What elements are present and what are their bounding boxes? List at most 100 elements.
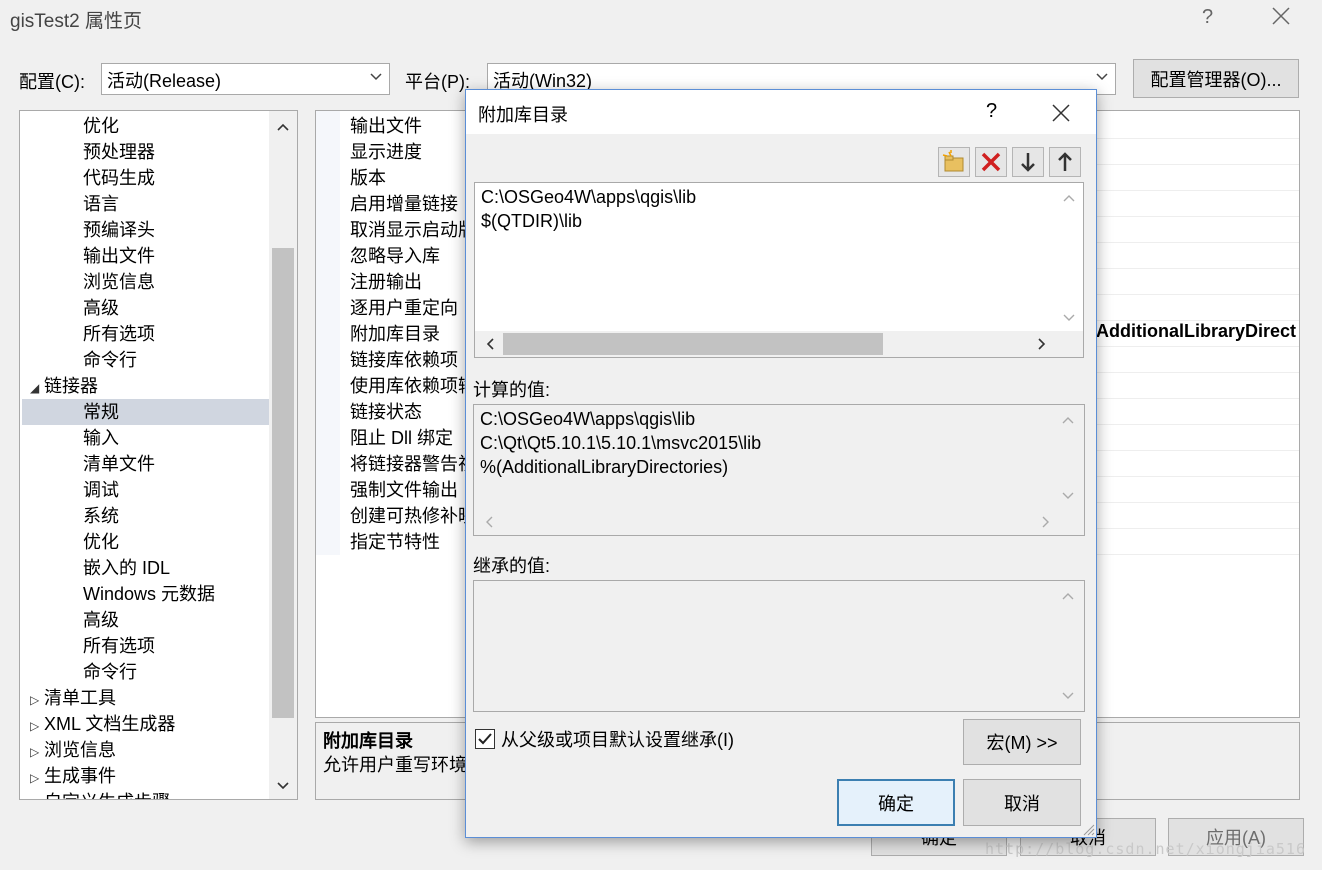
tree-item[interactable]: 清单文件 bbox=[22, 451, 270, 477]
property-row[interactable]: 阻止 Dll 绑定 bbox=[350, 425, 453, 451]
tree-item[interactable]: 浏览信息 bbox=[22, 269, 270, 295]
chevron-up-icon bbox=[1062, 417, 1074, 424]
chevron-down-icon[interactable] bbox=[276, 779, 290, 793]
expand-arrow-icon[interactable]: ▷ bbox=[30, 765, 44, 791]
config-combo[interactable]: 活动(Release) bbox=[101, 63, 390, 95]
tree-item[interactable]: 高级 bbox=[22, 607, 270, 633]
property-row[interactable]: 注册输出 bbox=[350, 269, 422, 295]
property-row[interactable]: 使用库依赖项输 bbox=[350, 373, 476, 399]
tree-scroll-thumb[interactable] bbox=[272, 248, 294, 718]
tree-item[interactable]: 预编译头 bbox=[22, 217, 270, 243]
tree-item[interactable]: 命令行 bbox=[22, 347, 270, 373]
property-row[interactable]: 输出文件 bbox=[350, 113, 422, 139]
tree-item[interactable]: ▷ 生成事件 bbox=[22, 763, 270, 789]
grid-line bbox=[1096, 346, 1299, 347]
arrow-down-icon bbox=[1021, 153, 1035, 172]
move-down-button[interactable] bbox=[1012, 147, 1044, 177]
close-icon[interactable] bbox=[1050, 102, 1072, 124]
property-row[interactable]: 取消显示启动版 bbox=[350, 217, 476, 243]
directory-entry[interactable]: $(QTDIR)\lib bbox=[481, 209, 582, 233]
tree-item-label: 高级 bbox=[83, 610, 119, 630]
tree-item[interactable]: 输入 bbox=[22, 425, 270, 451]
grid-line bbox=[1096, 528, 1299, 529]
tree-item[interactable]: 命令行 bbox=[22, 659, 270, 685]
chevron-up-icon[interactable] bbox=[276, 120, 290, 134]
property-row[interactable]: 强制文件输出 bbox=[350, 477, 458, 503]
chevron-up-icon[interactable] bbox=[1062, 191, 1076, 205]
tree-item-label: XML 文档生成器 bbox=[44, 714, 176, 734]
directory-list[interactable]: C:\OSGeo4W\apps\qgis\lib $(QTDIR)\lib bbox=[474, 182, 1084, 358]
macro-button[interactable]: 宏(M) >> bbox=[963, 719, 1081, 765]
property-row[interactable]: 链接状态 bbox=[350, 399, 422, 425]
property-row[interactable]: 链接库依赖项 bbox=[350, 347, 458, 373]
property-row[interactable]: 创建可热修补映 bbox=[350, 503, 476, 529]
help-button[interactable]: ? bbox=[1202, 6, 1213, 29]
tree-item-label: Windows 元数据 bbox=[83, 584, 216, 604]
tree-item[interactable]: 优化 bbox=[22, 113, 270, 139]
tree-item[interactable]: ◢ 链接器 bbox=[22, 373, 270, 399]
inherit-checkbox[interactable]: 从父级或项目默认设置继承(I) bbox=[475, 726, 734, 752]
tree-item[interactable]: ▷ 浏览信息 bbox=[22, 737, 270, 763]
property-row[interactable]: 忽略导入库 bbox=[350, 243, 440, 269]
grid-line bbox=[1096, 164, 1299, 165]
chevron-down-icon[interactable] bbox=[1062, 311, 1076, 325]
chevron-right-icon[interactable] bbox=[1035, 337, 1049, 351]
tree-item[interactable]: 优化 bbox=[22, 529, 270, 555]
tree-item[interactable]: ▷ XML 文档生成器 bbox=[22, 711, 270, 737]
grid-margin bbox=[316, 111, 340, 555]
expand-arrow-icon[interactable]: ▷ bbox=[30, 791, 44, 799]
new-line-button[interactable] bbox=[938, 147, 970, 177]
close-icon bbox=[1272, 7, 1290, 25]
tree-item[interactable]: 代码生成 bbox=[22, 165, 270, 191]
tree-item[interactable]: 语言 bbox=[22, 191, 270, 217]
tree-item[interactable]: 调试 bbox=[22, 477, 270, 503]
close-button[interactable] bbox=[1268, 3, 1294, 29]
chevron-right-icon bbox=[1042, 516, 1049, 528]
property-row[interactable]: 指定节特性 bbox=[350, 529, 440, 555]
category-tree[interactable]: 优化 预处理器 代码生成 语言 预编译头 输出文件 浏览信息 高级 所有选项 命令行 ◢ 链接器 常规输… bbox=[19, 110, 298, 800]
tree-item[interactable]: 系统 bbox=[22, 503, 270, 529]
property-row[interactable]: 版本 bbox=[350, 165, 386, 191]
dialog-help-button[interactable]: ? bbox=[986, 100, 997, 123]
move-up-button[interactable] bbox=[1049, 147, 1081, 177]
horizontal-scrollbar[interactable] bbox=[475, 331, 1083, 357]
property-row[interactable]: 显示进度 bbox=[350, 139, 422, 165]
computed-label: 计算的值: bbox=[473, 380, 551, 400]
directory-entry[interactable]: C:\OSGeo4W\apps\qgis\lib bbox=[481, 185, 696, 209]
tree-item[interactable]: ▷自定义生成步骤 bbox=[22, 789, 270, 799]
tree-item[interactable]: 预处理器 bbox=[22, 139, 270, 165]
tree-scrollbar[interactable] bbox=[269, 111, 297, 799]
tree-item[interactable]: 高级 bbox=[22, 295, 270, 321]
collapse-arrow-icon[interactable]: ◢ bbox=[30, 375, 44, 401]
expand-arrow-icon[interactable]: ▷ bbox=[30, 739, 44, 765]
expand-arrow-icon[interactable]: ▷ bbox=[30, 713, 44, 739]
tree-item[interactable]: 常规 bbox=[22, 399, 270, 425]
grid-line bbox=[1096, 554, 1299, 555]
delete-line-button[interactable] bbox=[975, 147, 1007, 177]
property-row[interactable]: 逐用户重定向 bbox=[350, 295, 458, 321]
resize-grip-icon[interactable] bbox=[1080, 821, 1096, 837]
property-row[interactable]: 启用增量链接 bbox=[350, 191, 458, 217]
chevron-down-icon bbox=[370, 73, 382, 81]
horizontal-scroll-thumb[interactable] bbox=[503, 333, 883, 355]
chevron-left-icon[interactable] bbox=[483, 337, 497, 351]
tree-item[interactable]: 所有选项 bbox=[22, 633, 270, 659]
tree-item-label: 常规 bbox=[83, 402, 119, 422]
grid-line bbox=[1096, 424, 1299, 425]
tree-item-label: 调试 bbox=[83, 480, 119, 500]
tree-item[interactable]: ▷ 清单工具 bbox=[22, 685, 270, 711]
dialog-titlebar: 附加库目录 ? bbox=[466, 90, 1096, 134]
tree-item[interactable]: 输出文件 bbox=[22, 243, 270, 269]
dialog-cancel-button[interactable]: 取消 bbox=[963, 779, 1081, 826]
tree-item[interactable]: 所有选项 bbox=[22, 321, 270, 347]
expand-arrow-icon[interactable]: ▷ bbox=[30, 687, 44, 713]
property-row[interactable]: 将链接器警告视 bbox=[350, 451, 476, 477]
computed-entry: %(AdditionalLibraryDirectories) bbox=[480, 457, 729, 477]
dialog-ok-button[interactable]: 确定 bbox=[837, 779, 955, 826]
tree-item[interactable]: 嵌入的 IDL bbox=[22, 555, 270, 581]
grid-line bbox=[1096, 450, 1299, 451]
checkbox-box[interactable] bbox=[475, 729, 495, 749]
tree-item[interactable]: Windows 元数据 bbox=[22, 581, 270, 607]
config-manager-button[interactable]: 配置管理器(O)... bbox=[1133, 59, 1299, 98]
property-row[interactable]: 附加库目录 bbox=[350, 321, 440, 347]
